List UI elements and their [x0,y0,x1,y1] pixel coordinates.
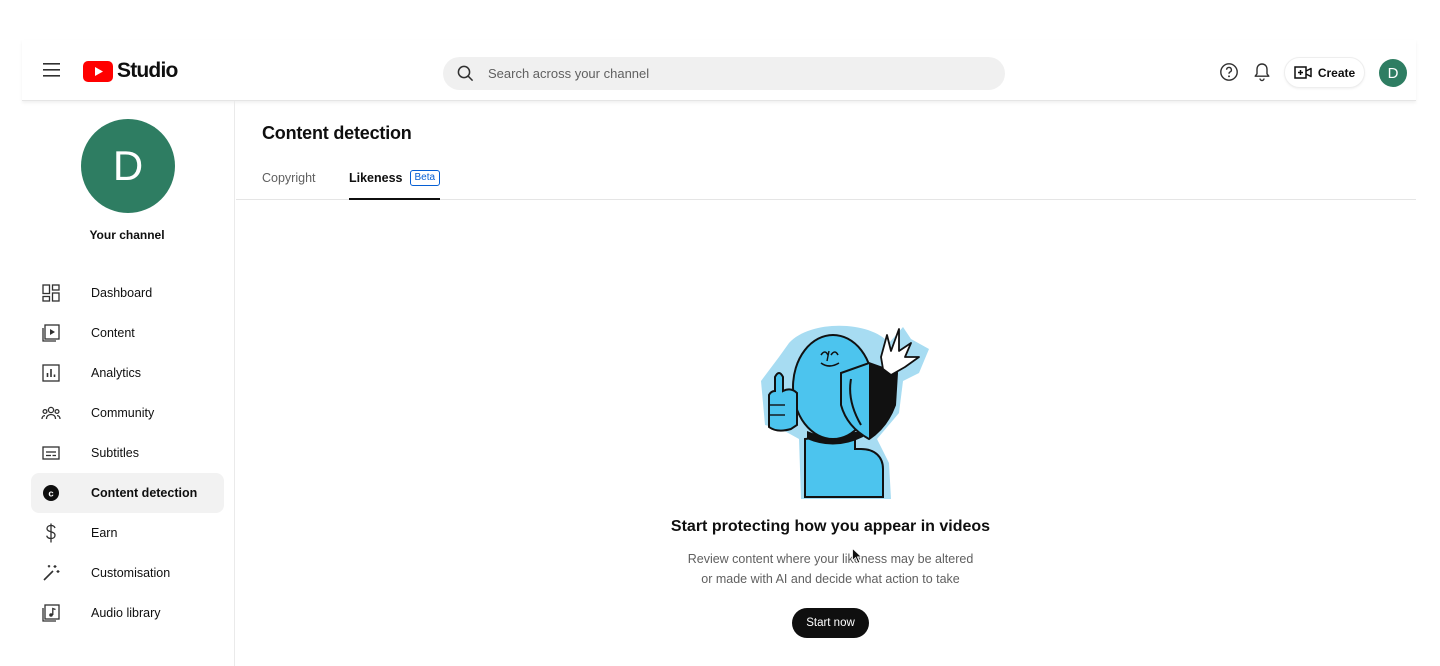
tab-likeness[interactable]: Likeness Beta [349,170,441,200]
top-bar: Studio Create D [22,40,1416,101]
channel-avatar[interactable]: D [81,119,175,213]
sidebar-item-content[interactable]: Content [31,313,224,353]
sidebar-item-label: Analytics [91,366,142,380]
sidebar-item-label: Subtitles [91,446,139,460]
dashboard-icon [41,283,61,303]
notifications-bell-icon[interactable] [1250,60,1274,84]
sidebar-item-analytics[interactable]: Analytics [31,353,224,393]
empty-state-description-line: Review content where your likeness may b… [687,552,974,566]
studio-logo[interactable]: Studio [83,59,178,82]
create-button-label: Create [1317,65,1356,80]
content-detection-icon: c [41,483,61,503]
sidebar-item-dashboard[interactable]: Dashboard [31,273,224,313]
studio-logo-text: Studio [117,59,178,82]
create-video-icon [1294,66,1312,79]
mouse-cursor-icon [852,548,862,564]
main-content: Content detection Copyright Likeness Bet… [236,101,1416,666]
dollar-icon [41,523,61,543]
sidebar-item-label: Customisation [91,566,171,580]
audio-library-icon [41,603,61,623]
create-button[interactable]: Create [1284,57,1365,88]
page-title: Content detection [262,123,412,143]
sidebar-item-community[interactable]: Community [31,393,224,433]
subtitles-icon [41,443,61,463]
analytics-icon [41,363,61,383]
svg-text:c: c [48,488,53,499]
content-icon [41,323,61,343]
empty-state-title: Start protecting how you appear in video… [670,518,991,535]
channel-label[interactable]: Your channel [22,228,232,242]
account-avatar[interactable]: D [1379,59,1407,87]
tab-label: Copyright [262,171,316,185]
sidebar-item-label: Content detection [91,486,198,500]
empty-state-description-line: or made with AI and decide what action t… [701,572,960,586]
sidebar-item-audio-library[interactable]: Audio library [31,593,224,633]
beta-badge: Beta [409,170,441,186]
hamburger-menu-icon[interactable] [34,52,70,88]
tab-copyright[interactable]: Copyright [262,171,316,200]
sidebar-item-label: Content [91,326,135,340]
search-icon [457,65,474,82]
sidebar-item-subtitles[interactable]: Subtitles [31,433,224,473]
magic-wand-icon [41,563,61,583]
sidebar-nav: Dashboard Content Analytics Community Su… [31,273,224,633]
community-icon [41,403,61,423]
search-input[interactable] [488,66,968,81]
sidebar-item-label: Earn [91,526,118,540]
help-icon[interactable] [1217,60,1241,84]
youtube-logo-icon [83,60,113,82]
tab-bar: Copyright Likeness Beta [236,161,1416,200]
sidebar-item-customisation[interactable]: Customisation [31,553,224,593]
sidebar-item-label: Community [91,406,155,420]
start-now-button[interactable]: Start now [792,608,869,638]
empty-state-description: Review content where your likeness may b… [236,549,1425,589]
likeness-protection-illustration [761,325,929,499]
sidebar-item-content-detection[interactable]: c Content detection [31,473,224,513]
search-bar[interactable] [443,57,1005,90]
sidebar-item-label: Dashboard [91,286,153,300]
sidebar: D Your channel Dashboard Content Analyti… [22,101,235,666]
tab-label: Likeness [349,171,403,185]
sidebar-item-label: Audio library [91,606,161,620]
sidebar-item-earn[interactable]: Earn [31,513,224,553]
